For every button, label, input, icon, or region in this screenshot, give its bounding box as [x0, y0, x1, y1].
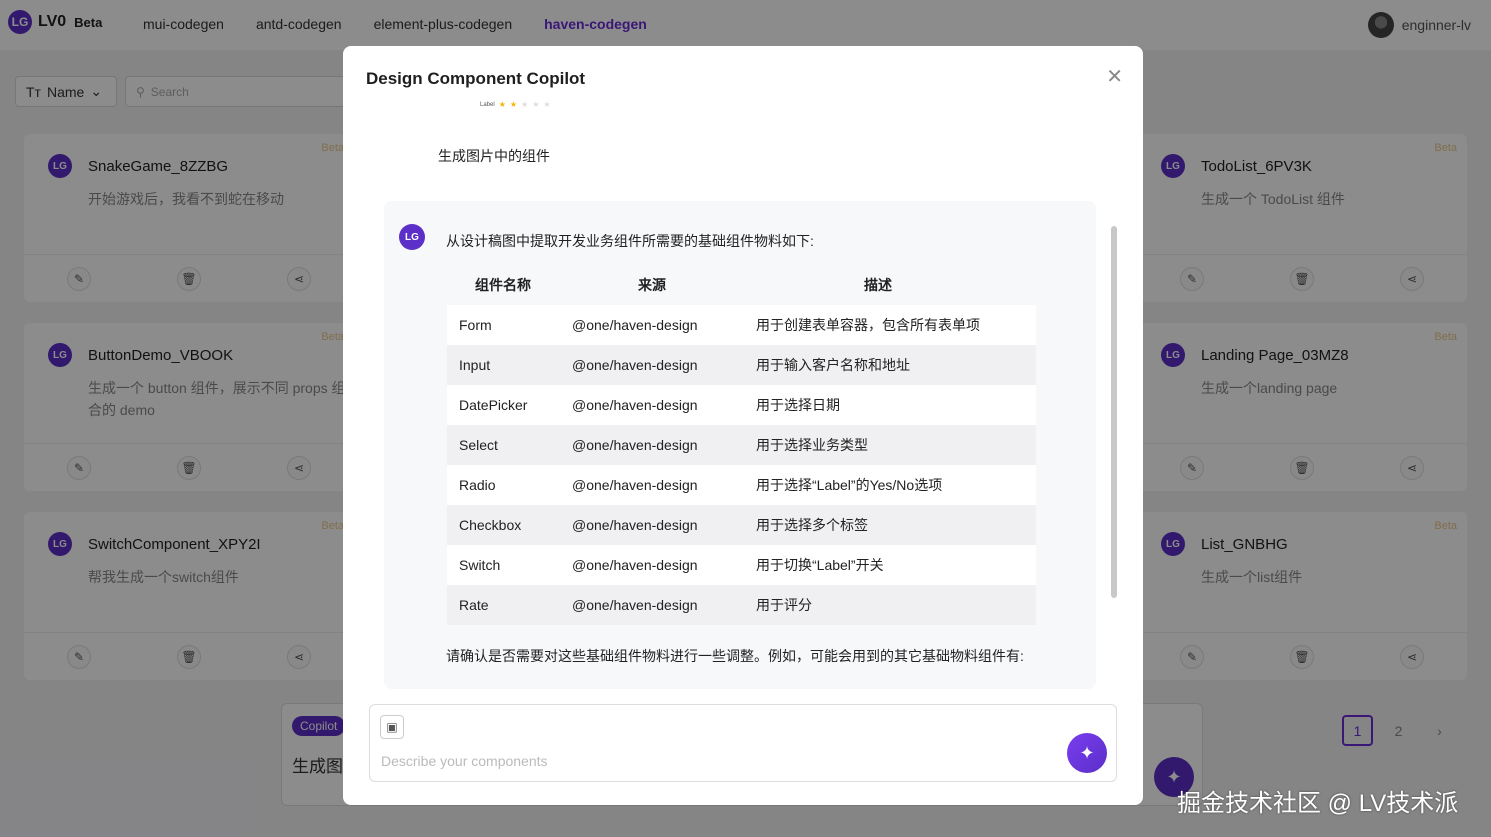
cell-name: Radio — [447, 465, 560, 505]
assistant-confirm: 请确认是否需要对这些基础组件物料进行一些调整。例如，可能会用到的其它基础物料组件… — [446, 648, 1024, 664]
star-icon: ★ — [543, 100, 551, 109]
cell-name: Form — [447, 305, 560, 345]
cell-source: @one/haven-design — [560, 385, 744, 425]
cell-desc: 用于选择多个标签 — [744, 505, 1036, 545]
cell-source: @one/haven-design — [560, 505, 744, 545]
cell-name: Checkbox — [447, 505, 560, 545]
table-row: Form @one/haven-design 用于创建表单容器，包含所有表单项 — [447, 305, 1036, 345]
cell-source: @one/haven-design — [560, 345, 744, 385]
cell-desc: 用于切换“Label”开关 — [744, 545, 1036, 585]
cell-name: Switch — [447, 545, 560, 585]
cell-name: DatePicker — [447, 385, 560, 425]
close-icon[interactable]: ✕ — [1106, 64, 1123, 89]
table-row: Input @one/haven-design 用于输入客户名称和地址 — [447, 345, 1036, 385]
table-row: Checkbox @one/haven-design 用于选择多个标签 — [447, 505, 1036, 545]
cell-source: @one/haven-design — [560, 305, 744, 345]
cell-source: @one/haven-design — [560, 545, 744, 585]
cell-source: @one/haven-design — [560, 465, 744, 505]
header-desc: 描述 — [744, 265, 1036, 305]
cell-name: Input — [447, 345, 560, 385]
cell-source: @one/haven-design — [560, 425, 744, 465]
assistant-intro: 从设计稿图中提取开发业务组件所需要的基础组件物料如下: — [446, 233, 814, 249]
user-prompt: 生成图片中的组件 — [438, 148, 550, 164]
scrollbar[interactable] — [1111, 226, 1117, 598]
star-icon: ★ — [498, 100, 506, 109]
modal-title: Design Component Copilot — [366, 69, 586, 88]
table-row: Rate @one/haven-design 用于评分 — [447, 585, 1036, 625]
table-header: 组件名称 来源 描述 — [447, 265, 1036, 305]
header-source: 来源 — [560, 265, 744, 305]
prompt-input[interactable]: ▣ Describe your components ✦ — [369, 704, 1117, 782]
table-row: Radio @one/haven-design 用于选择“Label”的Yes/… — [447, 465, 1036, 505]
copilot-modal: Design Component Copilot ✕ Label ★ ★ ★ ★… — [343, 46, 1143, 805]
prompt-placeholder: Describe your components — [381, 753, 548, 769]
table-row: Select @one/haven-design 用于选择业务类型 — [447, 425, 1036, 465]
star-icon: ★ — [532, 100, 540, 109]
star-icon: ★ — [509, 100, 518, 109]
preview-label: Label — [480, 101, 495, 108]
assistant-message: LG 从设计稿图中提取开发业务组件所需要的基础组件物料如下: 组件名称 来源 描… — [384, 201, 1096, 689]
cell-name: Select — [447, 425, 560, 465]
design-preview-thumbnail: Label ★ ★ ★ ★ ★ — [480, 100, 551, 109]
watermark: 掘金技术社区 @ LV技术派 — [1177, 790, 1459, 817]
cell-desc: 用于选择“Label”的Yes/No选项 — [744, 465, 1036, 505]
cell-desc: 用于输入客户名称和地址 — [744, 345, 1036, 385]
cell-desc: 用于选择业务类型 — [744, 425, 1036, 465]
table-row: Switch @one/haven-design 用于切换“Label”开关 — [447, 545, 1036, 585]
assistant-avatar: LG — [399, 224, 425, 250]
table-row: DatePicker @one/haven-design 用于选择日期 — [447, 385, 1036, 425]
cell-source: @one/haven-design — [560, 585, 744, 625]
image-upload-icon[interactable]: ▣ — [380, 715, 404, 739]
cell-desc: 用于创建表单容器，包含所有表单项 — [744, 305, 1036, 345]
cell-desc: 用于选择日期 — [744, 385, 1036, 425]
star-icon: ★ — [521, 100, 529, 109]
header-name: 组件名称 — [447, 265, 560, 305]
cell-desc: 用于评分 — [744, 585, 1036, 625]
materials-table: 组件名称 来源 描述 Form @one/haven-design 用于创建表单… — [447, 265, 1036, 625]
magic-wand-icon[interactable]: ✦ — [1067, 733, 1107, 773]
cell-name: Rate — [447, 585, 560, 625]
